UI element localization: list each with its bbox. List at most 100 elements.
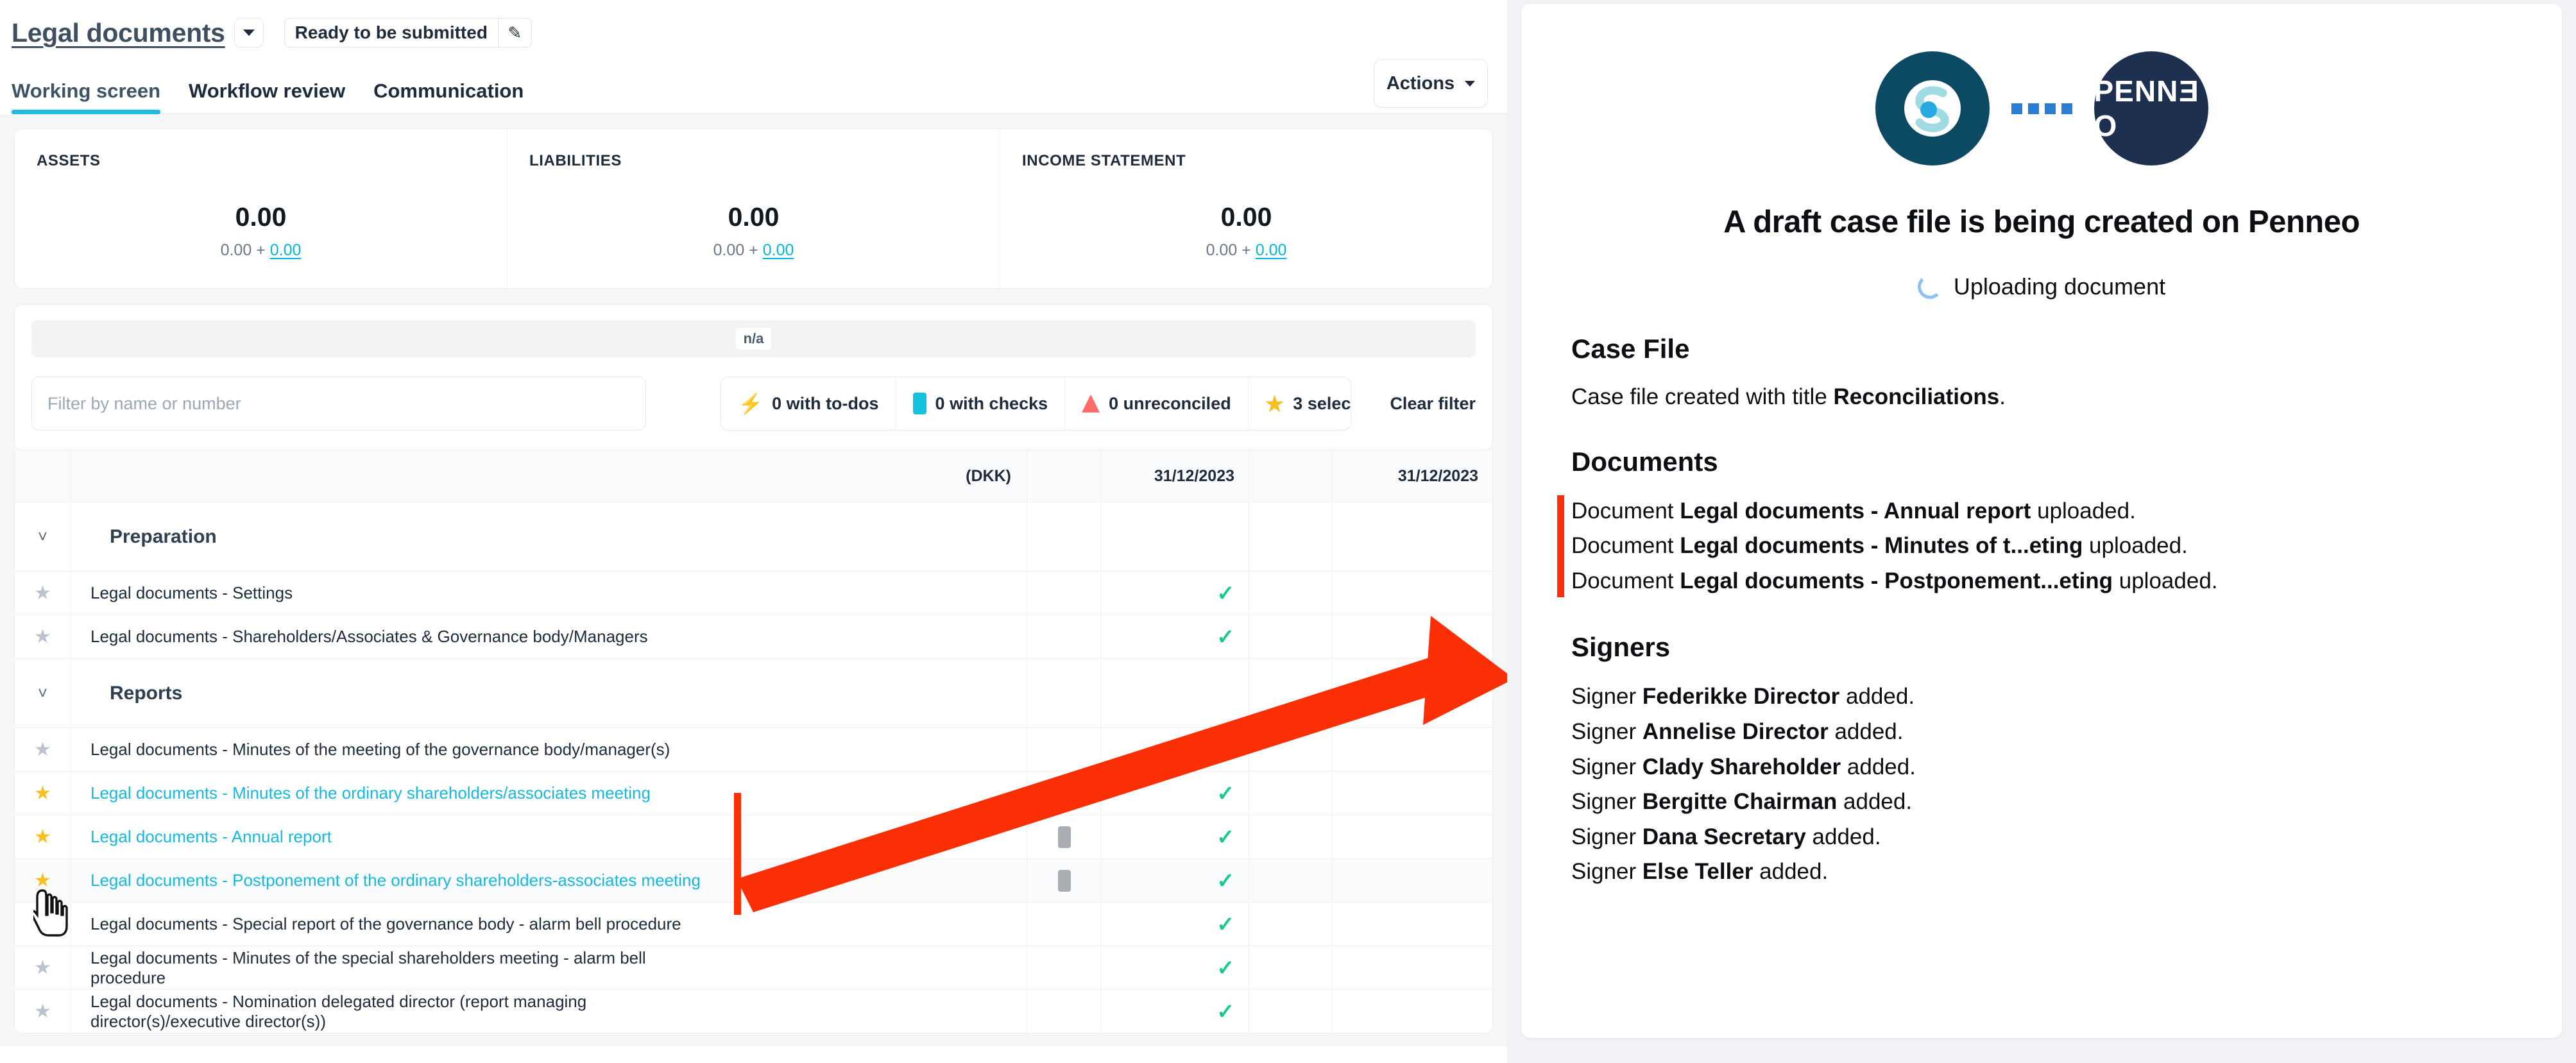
table-group-row[interactable]: ˅ Reports [15,658,1492,727]
actions-button-label: Actions [1386,72,1455,94]
search-input[interactable]: Filter by name or number [31,377,647,430]
table-row[interactable]: ★ Legal documents - Minutes of the ordin… [15,771,1492,815]
table-header-row: (DKK) 31/12/2023 31/12/2023 [15,450,1492,502]
logo-row: PENNEO [1571,51,2512,166]
row-label[interactable]: Legal documents - Postponement of the or… [71,871,724,890]
summary-card-income-statement: INCOME STATEMENT 0.00 0.00 + 0.00 [1000,129,1492,288]
doc-prefix: Document [1571,498,1680,523]
tab-communication[interactable]: Communication [373,80,524,114]
filter-unreconciled[interactable]: 0 unreconciled [1064,377,1248,430]
table-row[interactable]: ★ Legal documents - Shareholders/Associa… [15,615,1492,658]
table-row[interactable]: ★ Legal documents - Minutes of the meeti… [15,727,1492,771]
row-date2-cell [1332,615,1492,658]
group-chevron-cell[interactable]: ˅ [15,659,71,727]
filter-todos[interactable]: ⚡ 0 with to-dos [721,377,895,430]
signer-prefix: Signer [1571,684,1642,710]
row-gap-cell [1249,615,1332,658]
row-label[interactable]: Legal documents - Annual report [71,827,724,847]
table-row[interactable]: ★ Legal documents - Settings ✓ [15,571,1492,615]
case-file-heading: Case File [1571,334,1690,364]
page-title[interactable]: Legal documents [12,18,225,48]
filter-selected[interactable]: ★ 3 selected [1247,377,1351,430]
star-icon: ★ [34,738,51,760]
row-label[interactable]: Legal documents - Minutes of the ordinar… [71,783,724,803]
row-star-toggle[interactable]: ★ [15,815,71,858]
row-gap-cell [1249,572,1332,615]
card-sub-link[interactable]: 0.00 [270,241,302,259]
documents-table: (DKK) 31/12/2023 31/12/2023 ˅ Preparatio… [14,450,1493,1033]
signer-name: Dana Secretary [1642,824,1806,849]
case-file-text-before: Case file created with title [1571,384,1834,409]
row-date1-cell: ✓ [1101,859,1249,902]
row-gap-cell [1249,946,1332,989]
star-icon: ★ [1265,391,1284,416]
check-icon: ✓ [1216,781,1234,805]
group-chevron-cell[interactable]: ˅ [15,502,71,571]
pencil-icon[interactable]: ✎ [497,19,531,47]
tab-working-screen[interactable]: Working screen [12,80,161,114]
row-check-cell[interactable] [1027,859,1101,902]
document-line: Document Legal documents - Annual report… [1571,494,2512,529]
row-gap-cell [1249,772,1332,815]
row-star-toggle[interactable]: ★ [15,946,71,989]
check-icon: ✓ [1216,738,1234,761]
table-row[interactable]: ★ Legal documents - Nomination delegated… [15,989,1492,1033]
signer-line: Signer Annelise Director added. [1571,715,2512,750]
check-icon: ✓ [1216,581,1234,605]
panel-title: A draft case file is being created on Pe… [1723,205,2360,239]
filter-unreconciled-label: 0 unreconciled [1109,393,1231,413]
group-check-cell [1027,502,1101,571]
group-date2-cell [1332,502,1492,571]
row-label[interactable]: Legal documents - Settings [71,583,724,603]
star-icon: ★ [34,957,51,978]
app-root: Legal documents Ready to be submitted ✎ … [0,0,2576,1063]
star-icon: ★ [34,826,51,847]
title-dropdown-button[interactable] [234,18,264,47]
penneo-logo-icon: PENNEO [2094,51,2208,166]
row-label[interactable]: Legal documents - Minutes of the meeting… [71,740,724,760]
row-star-toggle[interactable]: ★ [15,772,71,815]
signer-line: Signer Clady Shareholder added. [1571,750,2512,785]
row-label[interactable]: Legal documents - Nomination delegated d… [71,992,724,1032]
checkbox-icon [912,393,926,414]
case-file-text: Case file created with title Reconciliat… [1571,381,2512,413]
row-check-cell [1027,946,1101,989]
signer-suffix: added. [1805,824,1881,849]
row-label[interactable]: Legal documents - Shareholders/Associate… [71,627,724,647]
row-check-cell[interactable] [1027,815,1101,858]
check-icon: ✓ [1216,625,1234,649]
row-star-toggle[interactable]: ★ [15,990,71,1033]
signer-name: Else Teller [1642,859,1753,885]
card-subvalue: 0.00 + 0.00 [529,241,978,260]
signer-suffix: added. [1828,719,1904,745]
row-date2-cell [1332,772,1492,815]
doc-name: Legal documents - Annual report [1680,498,2031,523]
star-icon: ★ [34,782,51,804]
signer-line: Signer Federikke Director added. [1571,679,2512,715]
row-check-cell[interactable] [1027,772,1101,815]
table-row[interactable]: ★ Legal documents - Special report of th… [15,902,1492,946]
signer-line: Signer Else Teller added. [1571,855,2512,890]
row-label[interactable]: Legal documents - Minutes of the special… [71,948,724,988]
doc-prefix: Document [1571,533,1680,559]
status-badge[interactable]: Ready to be submitted ✎ [284,18,532,47]
row-star-toggle[interactable]: ★ [15,615,71,658]
table-row[interactable]: ★ Legal documents - Annual report ✓ [15,815,1492,858]
table-group-row[interactable]: ˅ Preparation [15,502,1492,571]
actions-button[interactable]: Actions [1374,59,1488,108]
documents-heading: Documents [1571,446,1718,477]
uploading-label: Uploading document [1953,273,2166,300]
mouse-cursor-icon [33,889,68,937]
row-star-toggle[interactable]: ★ [15,728,71,771]
clear-filter-button[interactable]: Clear filter [1390,394,1476,414]
card-sub-link[interactable]: 0.00 [763,241,794,259]
table-row[interactable]: ★ Legal documents - Postponement of the … [15,858,1492,902]
row-label[interactable]: Legal documents - Special report of the … [71,914,724,934]
tab-workflow-review[interactable]: Workflow review [189,80,345,114]
star-icon: ★ [34,1000,51,1022]
row-date2-cell [1332,946,1492,989]
table-row[interactable]: ★ Legal documents - Minutes of the speci… [15,946,1492,989]
filter-checks[interactable]: 0 with checks [895,377,1065,430]
card-sub-link[interactable]: 0.00 [1256,241,1287,259]
row-star-toggle[interactable]: ★ [15,572,71,615]
